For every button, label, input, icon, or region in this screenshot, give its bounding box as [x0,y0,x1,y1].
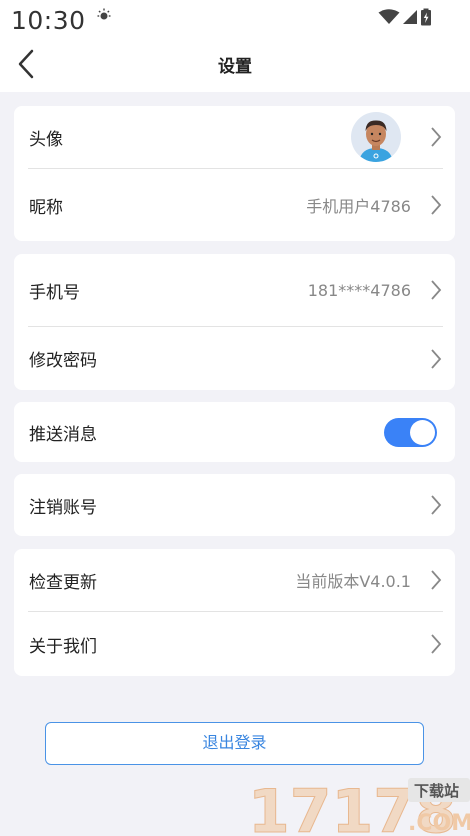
avatar[interactable] [351,112,401,162]
phone-value: 181****4786 [307,280,411,300]
page-title: 设置 [218,57,252,77]
nickname-label: 昵称 [29,197,63,218]
cancel-account-label: 注销账号 [29,497,97,518]
phone-row[interactable]: 手机号 181****4786 [14,254,455,326]
logout-button[interactable]: 退出登录 [45,722,424,765]
watermark-domain: .COM [408,811,470,836]
phone-label: 手机号 [29,282,80,303]
chevron-right-icon [431,348,442,369]
nickname-value: 手机用户4786 [306,197,411,216]
chevron-right-icon [431,634,442,654]
profile-card: 头像 昵称 手机用户4786 [14,106,455,241]
cancel-account-card: 注销账号 [14,474,455,536]
about-us-label: 关于我们 [29,636,97,657]
account-card: 手机号 181****4786 修改密码 [14,254,455,390]
push-toggle[interactable] [384,417,437,447]
about-card: 检查更新 当前版本V4.0.1 关于我们 [14,549,455,676]
avatar-label: 头像 [29,129,63,150]
about-us-row[interactable]: 关于我们 [14,612,455,676]
site-watermark-logo: 17178 下载站 .COM [248,777,470,836]
check-update-label: 检查更新 [29,572,97,593]
chevron-right-icon [431,570,442,590]
system-icons [378,8,432,26]
change-password-label: 修改密码 [29,351,97,371]
chevron-right-icon [431,495,442,515]
signal-icon [403,10,417,24]
status-time: 10:30 [11,6,86,35]
avatar-row[interactable]: 头像 [14,106,455,168]
check-update-row[interactable]: 检查更新 当前版本V4.0.1 [14,549,455,611]
chevron-right-icon [431,195,442,215]
nav-bar: 设置 [0,36,470,92]
brightness-icon [97,8,111,20]
push-label: 推送消息 [29,424,97,445]
watermark-tag: 下载站 [414,782,459,800]
cancel-account-row[interactable]: 注销账号 [14,474,455,536]
wifi-icon [378,9,400,24]
change-password-row[interactable]: 修改密码 [14,327,455,390]
version-value: 当前版本V4.0.1 [295,572,411,591]
nickname-row[interactable]: 昵称 手机用户4786 [14,169,455,241]
chevron-right-icon [431,280,442,300]
status-bar: 10:30 [0,0,470,36]
toggle-knob [410,419,435,445]
push-card: 推送消息 [14,402,455,462]
chevron-right-icon [431,127,442,147]
battery-icon [421,8,431,26]
push-row: 推送消息 [14,402,455,462]
